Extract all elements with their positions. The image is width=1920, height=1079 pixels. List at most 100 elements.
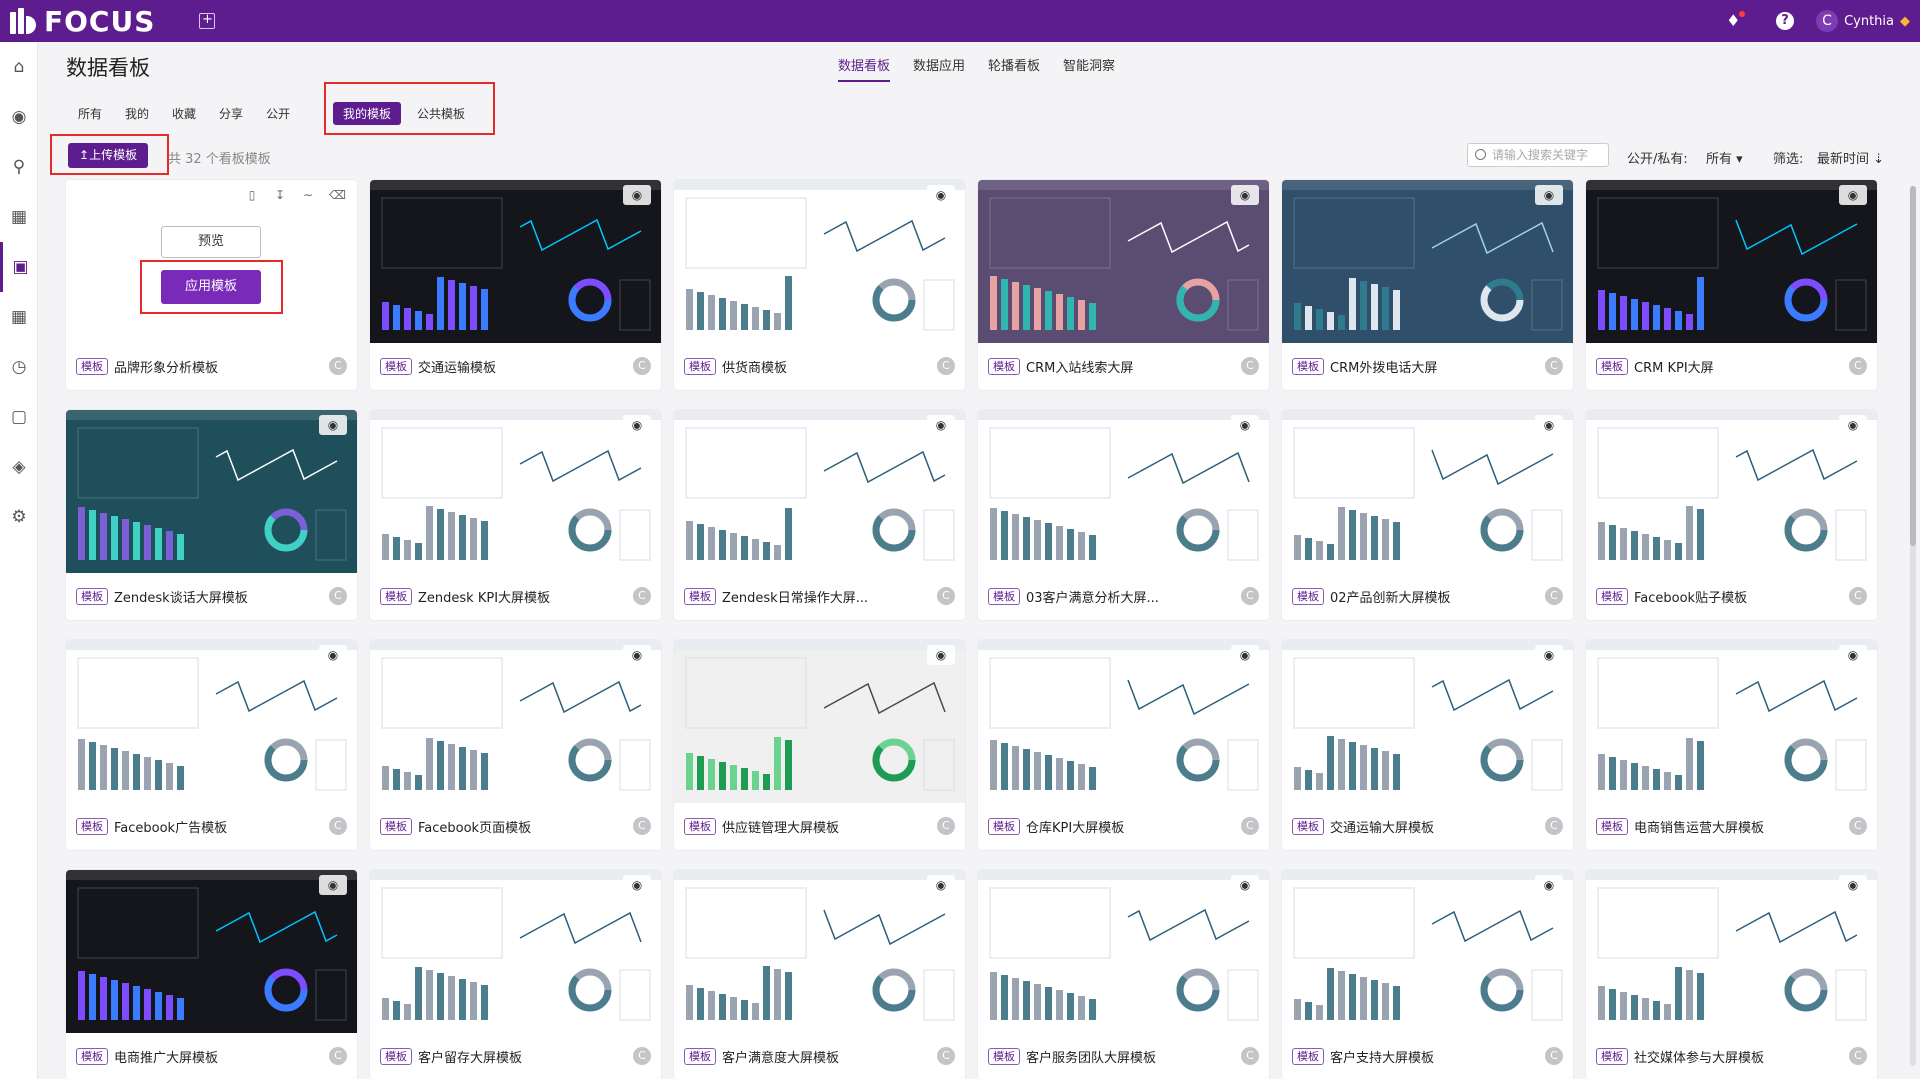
template-card[interactable]: ◉ 模板 Facebook贴子模板 C [1586,410,1877,620]
template-thumbnail[interactable]: ◉ [66,410,357,573]
tab-public-templates[interactable]: 公共模板 [407,102,475,125]
template-card[interactable]: ◉ 模板 交通运输模板 C [370,180,661,390]
tab-data-apps[interactable]: 数据应用 [913,55,965,82]
template-thumbnail[interactable]: ◉ [1282,870,1573,1033]
template-card[interactable]: ◉ 模板 Zendesk KPI大屏模板 C [370,410,661,620]
preview-eye-icon[interactable]: ◉ [1839,415,1867,435]
preview-eye-icon[interactable]: ◉ [1535,645,1563,665]
template-card[interactable]: ◉ 模板 客户支持大屏模板 C [1282,870,1573,1079]
filter-all[interactable]: 所有 [78,104,102,124]
template-thumbnail[interactable]: ◉ [978,640,1269,803]
filter-public[interactable]: 公开 [266,104,290,124]
preview-eye-icon[interactable]: ◉ [623,185,651,205]
template-name[interactable]: 社交媒体参与大屏模板 [1634,1047,1764,1066]
trash-icon[interactable]: ⌫ [329,188,346,202]
template-name[interactable]: 交通运输模板 [418,357,496,376]
template-name[interactable]: Facebook广告模板 [114,817,227,836]
template-thumbnail[interactable]: ◉ [1586,180,1877,343]
robot-icon[interactable]: ◉ [0,92,38,142]
delete-icon[interactable]: ▯ [245,188,259,202]
template-name[interactable]: Facebook贴子模板 [1634,587,1747,606]
template-thumbnail[interactable]: ◉ [66,870,357,1033]
preview-eye-icon[interactable]: ◉ [1231,185,1259,205]
avatar[interactable]: C [1816,10,1839,32]
template-card[interactable]: ◉ 模板 Zendesk日常操作大屏... C [674,410,965,620]
upload-template-button[interactable]: ↥上传模板 [68,143,149,168]
clock-icon[interactable]: ◷ [0,342,38,392]
tab-my-templates[interactable]: 我的模板 [333,102,402,125]
template-card[interactable]: ◉ 模板 交通运输大屏模板 C [1282,640,1573,850]
template-thumbnail[interactable]: ◉ [1586,640,1877,803]
template-card[interactable]: ◉ 模板 CRM KPI大屏 C [1586,180,1877,390]
template-name[interactable]: 供应链管理大屏模板 [722,817,839,836]
template-card[interactable]: ◉ 模板 客户留存大屏模板 C [370,870,661,1079]
folder-icon[interactable]: ▢ [0,392,38,442]
preview-eye-icon[interactable]: ◉ [1535,415,1563,435]
help-icon[interactable]: ? [1776,12,1795,30]
template-name[interactable]: 品牌形象分析模板 [114,357,218,376]
apply-template-button[interactable]: 应用模板 [161,270,261,304]
template-thumbnail[interactable]: ◉ [1586,870,1877,1033]
template-card[interactable]: ◉ 模板 CRM外拨电话大屏 C [1282,180,1573,390]
template-thumbnail[interactable]: ◉ [978,410,1269,573]
template-thumbnail[interactable]: ◉ [370,640,661,803]
preview-eye-icon[interactable]: ◉ [623,875,651,895]
tab-carousel[interactable]: 轮播看板 [988,55,1040,82]
template-name[interactable]: 仓库KPI大屏模板 [1026,817,1124,836]
template-thumbnail[interactable]: ◉ [1282,180,1573,343]
template-name[interactable]: Zendesk日常操作大屏... [722,587,868,606]
focus-logo[interactable]: FOCUS [8,0,155,42]
template-card[interactable]: ◉ 模板 仓库KPI大屏模板 C [978,640,1269,850]
search-input[interactable]: 请输入搜索关键字 [1467,143,1609,167]
preview-eye-icon[interactable]: ◉ [927,185,955,205]
filter-favorites[interactable]: 收藏 [172,104,196,124]
preview-eye-icon[interactable]: ◉ [623,645,651,665]
preview-eye-icon[interactable]: ◉ [319,415,347,435]
template-name[interactable]: 供货商模板 [722,357,787,376]
template-name[interactable]: 电商推广大屏模板 [114,1047,218,1066]
template-name[interactable]: 03客户满意分析大屏... [1026,587,1159,606]
template-card[interactable]: ◉ 模板 电商销售运营大屏模板 C [1586,640,1877,850]
template-name[interactable]: 交通运输大屏模板 [1330,817,1434,836]
template-thumbnail[interactable]: ◉ [370,870,661,1033]
template-name[interactable]: 客户留存大屏模板 [418,1047,522,1066]
template-card[interactable]: ◉ 模板 供货商模板 C [674,180,965,390]
template-card[interactable]: ◉ 模板 CRM入站线索大屏 C [978,180,1269,390]
preview-eye-icon[interactable]: ◉ [927,415,955,435]
preview-button[interactable]: 预览 [161,226,261,258]
visibility-select[interactable]: 所有 ▾ [1706,148,1743,167]
template-thumbnail[interactable]: ◉ [978,180,1269,343]
preview-eye-icon[interactable]: ◉ [927,645,955,665]
template-name[interactable]: CRM入站线索大屏 [1026,357,1133,376]
template-thumbnail[interactable]: ▯ ↧ ∼ ⌫ 预览 应用模板 [66,180,357,343]
preview-eye-icon[interactable]: ◉ [1839,645,1867,665]
template-card[interactable]: ▯ ↧ ∼ ⌫ 预览 应用模板 模板 品牌形象分析模板 C [66,180,357,390]
template-thumbnail[interactable]: ◉ [66,640,357,803]
preview-eye-icon[interactable]: ◉ [927,875,955,895]
template-name[interactable]: 02产品创新大屏模板 [1330,587,1451,606]
template-card[interactable]: ◉ 模板 供应链管理大屏模板 C [674,640,965,850]
preview-eye-icon[interactable]: ◉ [1231,645,1259,665]
notification-bell-icon[interactable]: ♦ [1726,11,1746,29]
template-name[interactable]: 电商销售运营大屏模板 [1634,817,1764,836]
home-icon[interactable]: ⌂ [0,42,38,92]
template-card[interactable]: ◉ 模板 电商推广大屏模板 C [66,870,357,1079]
template-name[interactable]: Facebook页面模板 [418,817,531,836]
template-name[interactable]: Zendesk谈话大屏模板 [114,587,248,606]
chart-icon[interactable]: ▦ [0,192,38,242]
preview-eye-icon[interactable]: ◉ [1535,185,1563,205]
preview-eye-icon[interactable]: ◉ [319,645,347,665]
template-thumbnail[interactable]: ◉ [674,180,965,343]
template-card[interactable]: ◉ 模板 03客户满意分析大屏... C [978,410,1269,620]
template-thumbnail[interactable]: ◉ [978,870,1269,1033]
user-name[interactable]: Cynthia [1844,14,1894,29]
preview-eye-icon[interactable]: ◉ [1839,875,1867,895]
template-thumbnail[interactable]: ◉ [1282,410,1573,573]
template-thumbnail[interactable]: ◉ [674,410,965,573]
dashboard-icon[interactable]: ▣ [0,242,38,292]
template-card[interactable]: ◉ 模板 02产品创新大屏模板 C [1282,410,1573,620]
template-thumbnail[interactable]: ◉ [674,870,965,1033]
template-card[interactable]: ◉ 模板 Zendesk谈话大屏模板 C [66,410,357,620]
preview-eye-icon[interactable]: ◉ [1231,415,1259,435]
template-name[interactable]: CRM KPI大屏 [1634,357,1714,376]
